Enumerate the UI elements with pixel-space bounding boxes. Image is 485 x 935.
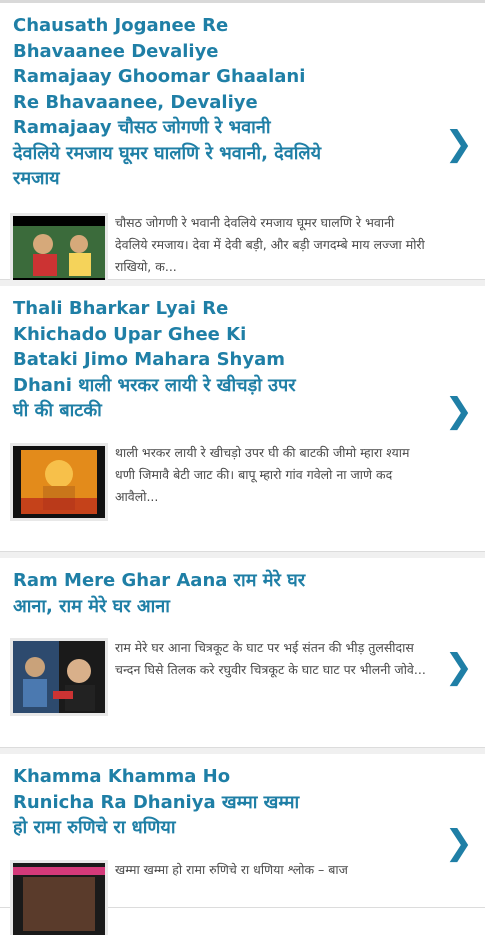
item-title: Thali Bharkar Lyai Re Khichado Upar Ghee… <box>13 298 296 421</box>
item-snippet: थाली भरकर लायी रे खीचड़ो उपर घी की बाटकी… <box>115 444 410 504</box>
khamma-bhajan-thumbnail-icon <box>13 862 105 935</box>
chevron-right-icon[interactable]: ❯ <box>445 650 474 684</box>
list-item[interactable]: Ram Mere Ghar Aana राम मेरे घर आना, राम … <box>0 552 485 748</box>
item-title: Chausath Joganee Re Bhavaanee Devaliye R… <box>13 15 322 189</box>
ram-bhajan-thumbnail-icon <box>13 641 105 713</box>
devotional-video-thumbnail-icon <box>13 215 105 288</box>
item-title: Khamma Khamma Ho Runicha Ra Dhaniya खम्म… <box>13 766 300 838</box>
chevron-right-icon[interactable]: ❯ <box>445 394 474 428</box>
deity-image-thumbnail-icon <box>13 445 105 518</box>
item-snippet: चौसठ जोगणी रे भवानी देवलिये रमजाय घूमर घ… <box>115 214 425 274</box>
list-item[interactable]: Chausath Joganee Re Bhavaanee Devaliye R… <box>0 3 485 288</box>
list-item[interactable]: Thali Bharkar Lyai Re Khichado Upar Ghee… <box>0 280 485 552</box>
bhajan-list: Chausath Joganee Re Bhavaanee Devaliye R… <box>0 3 485 935</box>
item-snippet: राम मेरे घर आना चित्रकूट के घाट पर भई सं… <box>115 640 426 677</box>
item-snippet: खम्मा खम्मा हो रामा रुणिचे रा धणिया श्लो… <box>115 861 348 877</box>
list-item[interactable]: Khamma Khamma Ho Runicha Ra Dhaniya खम्म… <box>0 748 485 935</box>
chevron-right-icon[interactable]: ❯ <box>445 127 474 161</box>
item-title: Ram Mere Ghar Aana राम मेरे घर आना, राम … <box>13 570 306 617</box>
chevron-right-icon[interactable]: ❯ <box>445 826 474 860</box>
